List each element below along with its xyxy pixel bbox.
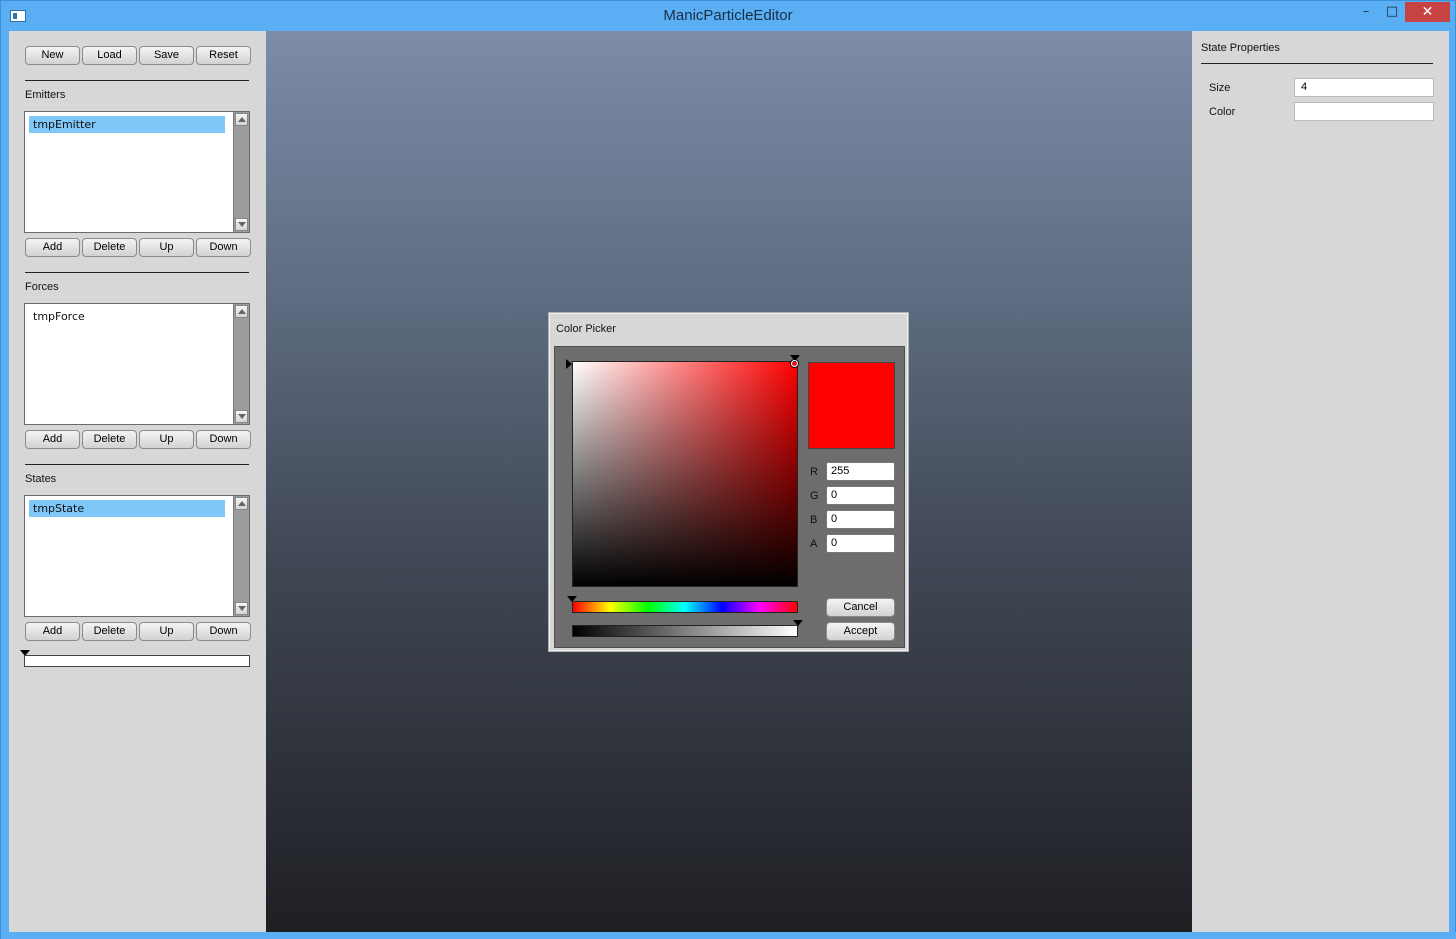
scroll-down-icon[interactable] (235, 410, 248, 423)
window-bottom-border (1, 932, 1456, 939)
forces-label: Forces (25, 281, 59, 293)
color-picker-body: R 255 G 0 B 0 A 0 Cancel Accept (554, 346, 905, 648)
separator (1201, 63, 1433, 64)
states-up-button[interactable]: Up (139, 622, 194, 641)
window-title: ManicParticleEditor (663, 7, 793, 24)
close-button[interactable]: ✕ (1405, 2, 1450, 22)
states-down-button[interactable]: Down (196, 622, 251, 641)
reset-button[interactable]: Reset (196, 46, 251, 65)
scroll-up-icon[interactable] (235, 305, 248, 318)
minimize-button[interactable]: – (1353, 2, 1379, 22)
emitters-list[interactable]: tmpEmitter (24, 111, 250, 233)
states-delete-button[interactable]: Delete (82, 622, 137, 641)
r-input[interactable]: 255 (826, 462, 895, 481)
emitters-delete-button[interactable]: Delete (82, 238, 137, 257)
b-label: B (810, 514, 818, 526)
g-label: G (810, 490, 819, 502)
color-preview-swatch (808, 362, 895, 449)
load-button[interactable]: Load (82, 46, 137, 65)
size-label: Size (1209, 82, 1231, 94)
emitters-add-button[interactable]: Add (25, 238, 80, 257)
states-list[interactable]: tmpState (24, 495, 250, 617)
forces-down-button[interactable]: Down (196, 430, 251, 449)
scroll-down-icon[interactable] (235, 218, 248, 231)
r-label: R (810, 466, 818, 478)
save-button[interactable]: Save (139, 46, 194, 65)
a-label: A (810, 538, 818, 550)
states-scrollbar[interactable] (233, 496, 249, 616)
emitters-label: Emitters (25, 89, 66, 101)
saturation-value-square[interactable] (572, 361, 798, 587)
separator (25, 464, 249, 465)
accept-button[interactable]: Accept (826, 622, 895, 641)
list-item[interactable]: tmpState (29, 500, 225, 517)
list-item[interactable]: tmpForce (29, 308, 225, 325)
state-properties-panel: State Properties Size 4 Color (1192, 31, 1449, 932)
new-button[interactable]: New (25, 46, 80, 65)
forces-up-button[interactable]: Up (139, 430, 194, 449)
left-panel: New Load Save Reset Emitters tmpEmitter … (9, 31, 266, 932)
b-input[interactable]: 0 (826, 510, 895, 529)
separator (25, 80, 249, 81)
color-picker-dialog: Color Picker R 255 G 0 B 0 A 0 Cancel Ac… (549, 313, 908, 651)
emitters-scrollbar[interactable] (233, 112, 249, 232)
dialog-title: Color Picker (556, 323, 616, 335)
forces-add-button[interactable]: Add (25, 430, 80, 449)
a-input[interactable]: 0 (826, 534, 895, 553)
g-input[interactable]: 0 (826, 486, 895, 505)
forces-list[interactable]: tmpForce (24, 303, 250, 425)
list-item[interactable]: tmpEmitter (29, 116, 225, 133)
states-add-button[interactable]: Add (25, 622, 80, 641)
forces-scrollbar[interactable] (233, 304, 249, 424)
alpha-slider[interactable] (572, 625, 798, 637)
state-properties-title: State Properties (1201, 42, 1280, 54)
emitters-down-button[interactable]: Down (196, 238, 251, 257)
hue-slider[interactable] (572, 601, 798, 613)
scroll-up-icon[interactable] (235, 497, 248, 510)
separator (25, 272, 249, 273)
cancel-button[interactable]: Cancel (826, 598, 895, 617)
value-marker-icon[interactable] (566, 359, 572, 369)
scroll-down-icon[interactable] (235, 602, 248, 615)
maximize-button[interactable]: □ (1379, 2, 1405, 22)
emitters-up-button[interactable]: Up (139, 238, 194, 257)
scroll-up-icon[interactable] (235, 113, 248, 126)
title-bar[interactable]: ManicParticleEditor – □ ✕ (1, 1, 1455, 31)
states-label: States (25, 473, 57, 485)
app-window: ManicParticleEditor – □ ✕ New Load Save … (0, 0, 1456, 939)
bottom-slider[interactable] (24, 655, 250, 667)
color-field[interactable] (1294, 102, 1434, 121)
size-input[interactable]: 4 (1294, 78, 1434, 97)
color-label: Color (1209, 106, 1236, 118)
forces-delete-button[interactable]: Delete (82, 430, 137, 449)
color-cursor-icon[interactable] (791, 360, 798, 367)
